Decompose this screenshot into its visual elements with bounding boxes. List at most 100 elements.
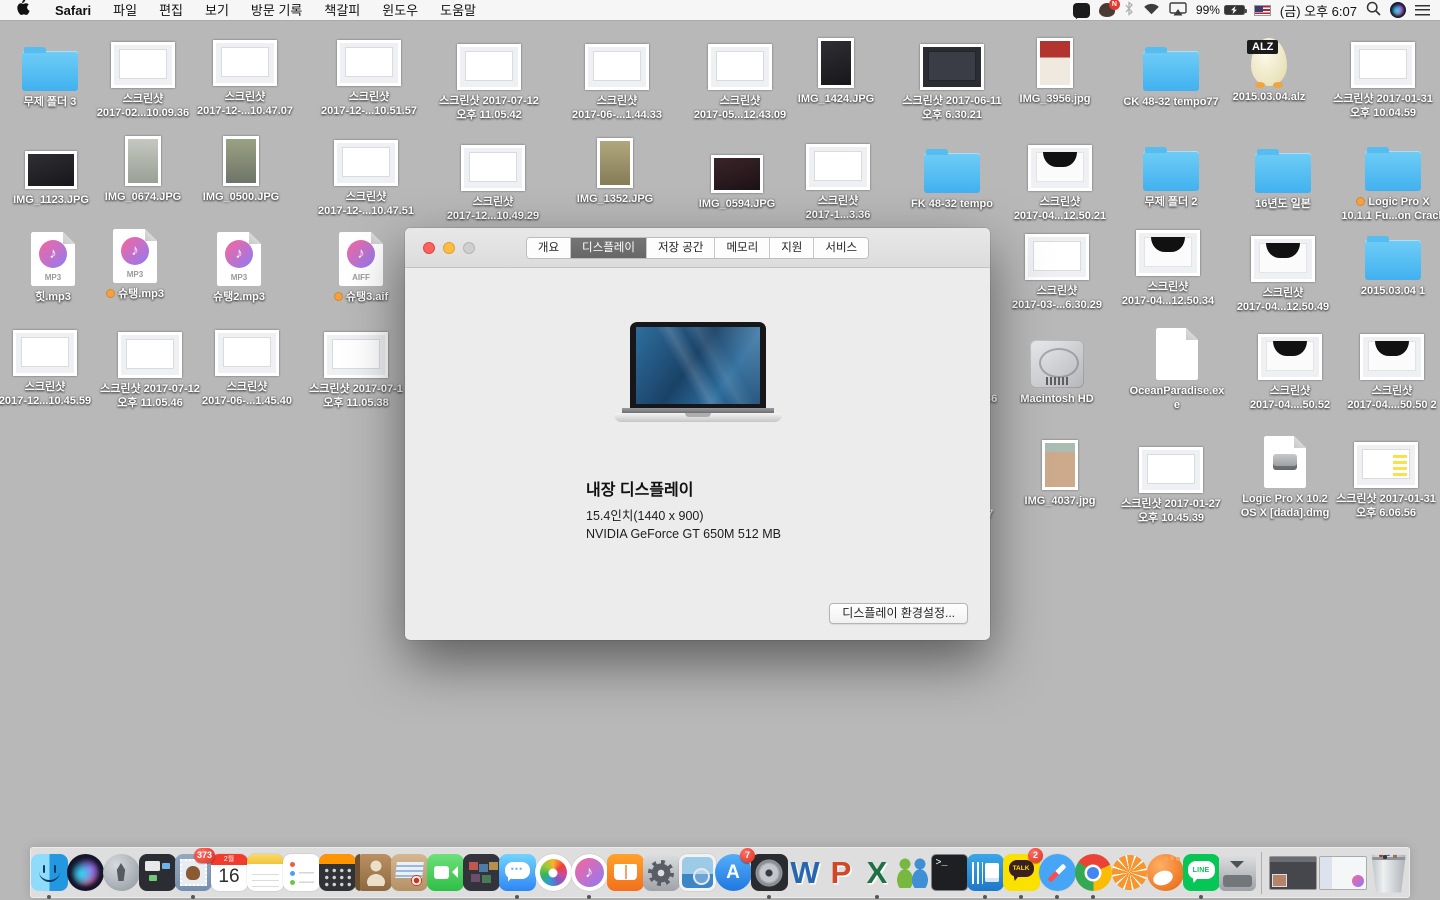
dock-calculator[interactable]: [319, 850, 355, 896]
dock-chrome[interactable]: [1075, 850, 1111, 896]
icon-label: IMG_1424.JPG: [798, 92, 874, 106]
window-titlebar[interactable]: 개요디스플레이저장 공간메모리지원서비스: [405, 228, 990, 268]
input-source-menu-item[interactable]: [1254, 0, 1271, 21]
airplay-menu-item[interactable]: [1169, 0, 1187, 21]
desktop-icon-shot[interactable]: 스크린샷2017-12-...10.51.57: [304, 28, 434, 118]
close-button[interactable]: [423, 242, 435, 254]
display-size: 15.4인치(1440 x 900): [586, 505, 704, 524]
menu-item[interactable]: 방문 기록: [240, 0, 313, 21]
dock-preview[interactable]: [679, 850, 715, 896]
desktop-icon-photo[interactable]: IMG_3956.jpg: [990, 30, 1120, 106]
dock-terminal[interactable]: >_: [931, 850, 967, 896]
shot-icon: [1354, 442, 1418, 488]
tab-지원[interactable]: 지원: [770, 238, 814, 258]
desktop-icon-folder[interactable]: Logic Pro X10.1.1 Fu...on Crack: [1328, 133, 1440, 223]
dock-logic-pro[interactable]: [751, 850, 787, 896]
notification-center-menu-item[interactable]: [1415, 0, 1430, 21]
dock-line[interactable]: LINE: [1183, 850, 1219, 896]
desktop-icon-shot[interactable]: 스크린샷 2017-01-31오후 10.04.59: [1318, 30, 1440, 120]
desktop-icon-folder[interactable]: 무제 폴더 2: [1106, 133, 1236, 209]
dock-trash[interactable]: [1368, 850, 1409, 896]
dock-excel[interactable]: X: [859, 850, 895, 896]
spotlight-menu-item[interactable]: [1366, 0, 1381, 21]
desktop-icon-shot[interactable]: 스크린샷2017-04....50.50 2: [1327, 322, 1440, 412]
desktop-icon-photo[interactable]: IMG_0500.JPG: [176, 128, 306, 204]
dock-finder[interactable]: [31, 850, 67, 896]
dock-hangul[interactable]: [967, 850, 1003, 896]
menu-clock[interactable]: (금) 오후 6:07: [1280, 0, 1357, 21]
menu-item[interactable]: 도움말: [429, 0, 487, 21]
dock-photo-booth[interactable]: [463, 850, 499, 896]
dock-launchpad[interactable]: [103, 850, 139, 896]
tag-dot: [106, 289, 115, 298]
tab-개요[interactable]: 개요: [527, 238, 571, 258]
dock-photos[interactable]: [535, 850, 571, 896]
desktop-icon-shot[interactable]: 스크린샷 2017-07-12오후 11.05.42: [424, 32, 554, 122]
desktop-icon-doc[interactable]: OceanParadise.exe: [1112, 322, 1242, 412]
bluetooth-menu-item[interactable]: [1124, 0, 1134, 21]
desktop-icon-hdd[interactable]: Macintosh HD: [992, 330, 1122, 406]
desktop-icon-photo[interactable]: IMG_1424.JPG: [771, 30, 901, 106]
desktop-icon-shot[interactable]: 스크린샷 2017-01-31오후 6.06.56: [1321, 430, 1440, 520]
dock-mail[interactable]: 373: [175, 850, 211, 896]
desktop-icon-shot[interactable]: 스크린샷 2017-07-1오후 11.05.38: [291, 320, 421, 410]
dock-facetime[interactable]: [427, 850, 463, 896]
dock-word[interactable]: W: [787, 850, 823, 896]
dock-installer[interactable]: [1219, 850, 1255, 896]
dock-safari[interactable]: [1039, 850, 1075, 896]
battery-menu-item[interactable]: 99%: [1196, 0, 1245, 21]
dock-powerpoint[interactable]: P: [823, 850, 859, 896]
chat-menu-item[interactable]: N: [1099, 0, 1115, 21]
line-menu-item[interactable]: [1073, 0, 1090, 21]
dock-siri[interactable]: [67, 850, 103, 896]
wifi-menu-item[interactable]: [1143, 0, 1160, 21]
desktop-icon-photo[interactable]: IMG_1352.JPG: [550, 130, 680, 206]
tab-메모리[interactable]: 메모리: [715, 238, 770, 258]
dock-kakaotalk[interactable]: TALK2: [1003, 850, 1039, 896]
desktop-icon-shot[interactable]: 스크린샷2017-12-...10.47.07: [180, 28, 310, 118]
desktop-icon-alz[interactable]: ALZ2015.03.04.alz: [1204, 28, 1334, 104]
dock-system-preferences[interactable]: [643, 850, 679, 896]
dock-messages[interactable]: [499, 850, 535, 896]
dock-minimized-window-itunes[interactable]: [1318, 850, 1368, 896]
icon-label: 스크린샷2017-1...3.36: [806, 194, 871, 222]
dock-contacts[interactable]: [355, 850, 391, 896]
menu-app-name[interactable]: Safari: [44, 0, 102, 21]
dock-minimized-window-logic[interactable]: [1268, 850, 1318, 896]
dock-ibooks[interactable]: [607, 850, 643, 896]
shot-icon: [324, 332, 388, 378]
desktop-icon-mp3[interactable]: ♪MP3슈탱2.mp3: [174, 228, 304, 304]
dock-mission-control[interactable]: [139, 850, 175, 896]
desktop-icon-shot[interactable]: 스크린샷2017-12-...10.47.51: [301, 128, 431, 218]
dock-reminders[interactable]: [283, 850, 319, 896]
menu-item[interactable]: 파일: [102, 0, 148, 21]
menu-item[interactable]: 윈도우: [371, 0, 429, 21]
menu-item[interactable]: 편집: [148, 0, 194, 21]
menu-item[interactable]: 보기: [194, 0, 240, 21]
icon-label: 스크린샷2017-12...10.45.59: [0, 380, 91, 408]
dock-messenger[interactable]: [895, 850, 931, 896]
siri-menu-item[interactable]: [1390, 0, 1406, 21]
dock-notes[interactable]: [247, 850, 283, 896]
display-preferences-button[interactable]: 디스플레이 환경설정...: [829, 603, 968, 624]
tab-서비스[interactable]: 서비스: [814, 238, 868, 258]
apple-menu[interactable]: [0, 0, 44, 21]
desktop-icon-shot[interactable]: 스크린샷 2017-01-27오후 10.45.39: [1106, 435, 1236, 525]
desktop-icon-folder[interactable]: 2015.03.04 1: [1328, 222, 1440, 298]
desktop-icon-shot[interactable]: 스크린샷2017-12...10.49.29: [428, 133, 558, 223]
itunes-icon: ♪: [571, 854, 608, 891]
running-indicator: [1091, 895, 1095, 899]
mp3-icon: ♪MP3: [31, 232, 75, 286]
desktop-icon-shot[interactable]: 스크린샷2017-04...12.50.34: [1103, 218, 1233, 308]
menu-item[interactable]: 책갈피: [313, 0, 371, 21]
dock-itunes[interactable]: ♪: [571, 850, 607, 896]
dock-app-store[interactable]: A7: [715, 850, 751, 896]
dock-stationery[interactable]: [391, 850, 427, 896]
dock-calendar[interactable]: 2월16: [211, 850, 247, 896]
tab-디스플레이[interactable]: 디스플레이: [571, 238, 647, 258]
dock-orange-player[interactable]: [1111, 850, 1147, 896]
dock-gom-player[interactable]: [1147, 850, 1183, 896]
minimize-button[interactable]: [443, 242, 455, 254]
tab-저장 공간[interactable]: 저장 공간: [647, 238, 716, 258]
desktop-icon-shot[interactable]: 스크린샷2017-06-...1.44.33: [552, 32, 682, 122]
